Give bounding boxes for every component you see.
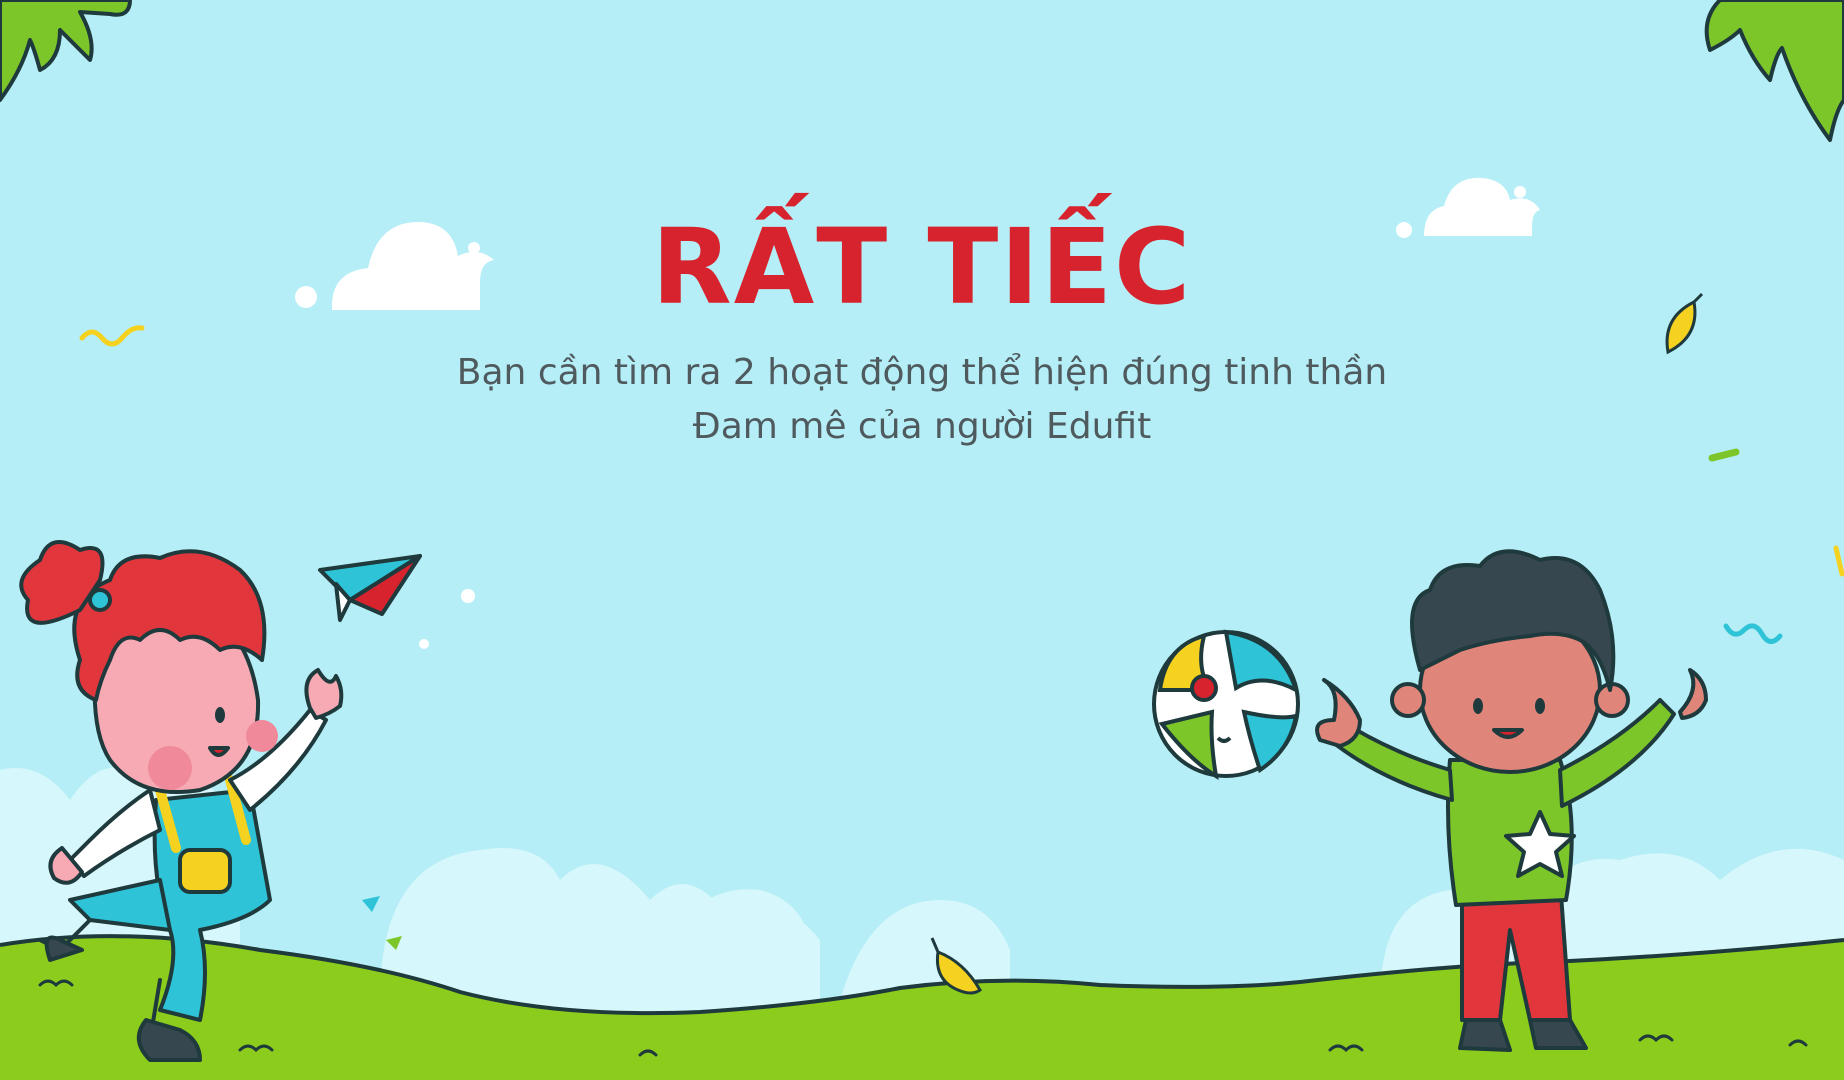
background-illustration	[0, 0, 1844, 1080]
message-block: RẤT TIẾC Bạn cần tìm ra 2 hoạt động thể …	[0, 210, 1844, 454]
foliage-top-right	[1704, 0, 1844, 142]
slide-scene: RẤT TIẾC Bạn cần tìm ra 2 hoạt động thể …	[0, 0, 1844, 1080]
result-message-line-2: Đam mê của người Edufit	[692, 406, 1152, 448]
result-message-line-1: Bạn cần tìm ra 2 hoạt động thể hiện đúng…	[456, 352, 1388, 394]
paper-plane	[318, 554, 422, 622]
result-message: Bạn cần tìm ra 2 hoạt động thể hiện đúng…	[0, 346, 1844, 454]
decorative-dots	[419, 589, 475, 649]
foliage-top-left	[0, 0, 132, 102]
beach-ball	[1152, 629, 1300, 781]
result-title: RẤT TIẾC	[651, 206, 1193, 328]
